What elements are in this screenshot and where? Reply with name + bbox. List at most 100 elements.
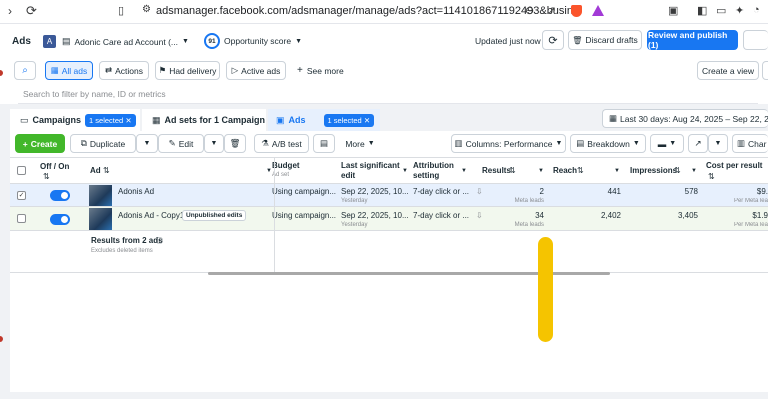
reports-button[interactable]: ▬ ▼ — [650, 134, 684, 153]
row-impressions: 3,405 — [677, 211, 698, 220]
sidebar-icon[interactable]: ◧ — [697, 4, 707, 17]
filter-all-ads[interactable]: ▦ All ads — [45, 61, 93, 80]
discard-drafts-button[interactable]: 🗑 Discard drafts — [568, 30, 642, 50]
row-results-sub: Meta leads — [514, 198, 544, 204]
wallet-icon[interactable]: ▭ — [716, 4, 726, 17]
rewards-icon[interactable] — [592, 5, 604, 16]
row-checkbox[interactable]: ✓ — [17, 191, 26, 200]
folder-icon: ▭ — [20, 114, 29, 125]
account-badge: A — [43, 35, 56, 48]
account-selector[interactable]: ▤ Adonic Care ad Account (... ▼ — [62, 34, 189, 49]
summary-title: Results from 2 ads — [91, 236, 163, 245]
filter-had-delivery[interactable]: ⚑ Had delivery — [155, 61, 220, 80]
sort-icon: ⇅ — [577, 166, 584, 175]
ad-toggle[interactable] — [50, 190, 70, 201]
row-ad-name[interactable]: Adonis Ad — [118, 187, 154, 196]
collapse-filters-button[interactable] — [762, 61, 768, 80]
ads-selected-label: 1 selected — [327, 115, 362, 125]
brave-shield-icon[interactable] — [571, 5, 582, 17]
campaigns-selected-pill[interactable]: 1 selected ✕ — [85, 113, 136, 127]
more-button[interactable]: More ▼ — [339, 134, 381, 153]
breakdown-button[interactable]: ▤ Breakdown ▼ — [570, 134, 646, 153]
col-reach-menu[interactable]: ▼ — [614, 166, 620, 176]
bookmark-icon[interactable]: ▯ — [118, 4, 124, 17]
refresh-button[interactable]: ⟳ — [542, 30, 564, 50]
row-results: 2 — [539, 187, 544, 196]
col-budget[interactable]: Budget — [272, 161, 300, 171]
col-offon[interactable]: Off / On — [40, 162, 69, 172]
calendar-icon: ▦ — [609, 113, 618, 123]
sort-icon: ⇅ — [708, 172, 715, 181]
col-reach[interactable]: Reach — [553, 166, 577, 176]
review-publish-button[interactable]: Review and publish (1) — [647, 30, 738, 50]
duplicate-button[interactable]: ⧉ Duplicate — [70, 134, 136, 153]
search-toggle-button[interactable]: ⌕ — [14, 61, 36, 80]
col-cost[interactable]: Cost per result — [706, 161, 762, 171]
edit-button[interactable]: ✎ Edit — [158, 134, 204, 153]
share-icon[interactable]: ↗ — [547, 4, 556, 17]
search-input[interactable]: Search to filter by name, ID or metrics — [18, 84, 758, 104]
zoom-icon[interactable]: ⊖ — [525, 4, 534, 17]
ads-table: Off / On ⇅ Ad ⇅ ▼ Budget Ad set Last sig… — [10, 157, 768, 392]
info-icon[interactable]: ⓘ — [156, 236, 163, 246]
tab-adsets[interactable]: ▦ Ad sets for 1 Campaign — [142, 109, 266, 131]
review-publish-label: Review and publish (1) — [648, 30, 728, 50]
row-checkbox[interactable] — [17, 214, 26, 223]
reload-icon[interactable]: ⟳ — [26, 3, 37, 19]
ads-selected-pill[interactable]: 1 selected ✕ — [323, 113, 375, 127]
col-last-edit-menu[interactable]: ▼ — [402, 166, 408, 176]
extensions-icon[interactable]: ✦ — [735, 4, 744, 17]
filter-had-delivery-label: Had delivery — [169, 65, 217, 76]
rules-button[interactable]: ▤ — [313, 134, 335, 153]
close-icon: ✕ — [363, 115, 371, 125]
site-info-icon[interactable]: ⚙ — [142, 4, 151, 15]
unpublished-badge: Unpublished edits — [182, 210, 247, 221]
select-all-checkbox[interactable] — [17, 166, 26, 175]
create-view-button[interactable]: Create a view — [697, 61, 759, 80]
row-attribution: 7-day click or ... — [413, 211, 470, 220]
col-results[interactable]: Results — [482, 166, 511, 176]
trash-icon: 🗑 — [229, 138, 241, 148]
col-last-edit[interactable]: Last significant edit — [341, 161, 407, 181]
export-dropdown[interactable]: ▼ — [708, 134, 728, 153]
row-ad-name[interactable]: Adonis Ad - Copy1 — [118, 211, 184, 220]
duplicate-icon: ⧉ — [80, 138, 87, 148]
search-placeholder: Search to filter by name, ID or metrics — [23, 89, 166, 99]
edit-dropdown[interactable]: ▼ — [204, 134, 224, 153]
duplicate-dropdown[interactable]: ▼ — [136, 134, 158, 153]
see-more-filters[interactable]: + See more — [297, 65, 344, 76]
charts-label: Char — [748, 138, 767, 149]
row-last-edit-sub: Yesterday — [341, 222, 368, 228]
campaigns-selected-label: 1 selected — [89, 115, 124, 125]
address-bar[interactable]: adsmanager.facebook.com/adsmanager/manag… — [156, 5, 582, 17]
filter-active-ads[interactable]: ▷ Active ads — [226, 61, 286, 80]
ad-toggle[interactable] — [50, 214, 70, 225]
profile-icon[interactable]: ◔ — [753, 4, 760, 16]
col-attribution[interactable]: Attribution setting — [413, 161, 461, 181]
row-cost: $9. — [756, 187, 768, 196]
ab-test-button[interactable]: ⚗ A/B test — [254, 134, 309, 153]
filter-actions[interactable]: ⇄ Actions — [99, 61, 149, 80]
col-impressions-menu[interactable]: ▼ — [691, 166, 697, 176]
charts-button[interactable]: ▥ Char — [732, 134, 768, 153]
page-title: Ads — [12, 36, 31, 47]
breakdown-label: Breakdown — [587, 138, 630, 149]
tab-ads[interactable]: ▣ Ads 1 selected ✕ — [268, 109, 380, 131]
col-ad[interactable]: Ad — [90, 166, 101, 176]
create-label: Create — [30, 138, 58, 149]
row-budget: Using campaign... — [272, 187, 336, 196]
date-range-picker[interactable]: ▦ Last 30 days: Aug 24, 2025 – Sep 22, 2… — [602, 109, 768, 128]
plus-icon: + — [22, 138, 28, 149]
more-options-button[interactable] — [743, 30, 768, 50]
create-button[interactable]: + Create — [15, 134, 65, 153]
forward-arrow-icon[interactable]: › — [8, 4, 12, 18]
tab-campaigns[interactable]: ▭ Campaigns 1 selected ✕ — [10, 109, 140, 131]
col-attribution-menu[interactable]: ▼ — [461, 166, 467, 176]
opportunity-score[interactable]: 91 Opportunity score ▼ — [204, 33, 302, 49]
export-button[interactable]: ↗ — [688, 134, 708, 153]
col-results-menu[interactable]: ▼ — [538, 166, 544, 176]
screenshot-icon[interactable]: ▣ — [668, 4, 678, 17]
col-impressions[interactable]: Impressions — [630, 166, 677, 176]
columns-button[interactable]: ▥ Columns: Performance ▼ — [451, 134, 566, 153]
delete-button[interactable]: 🗑 — [224, 134, 246, 153]
